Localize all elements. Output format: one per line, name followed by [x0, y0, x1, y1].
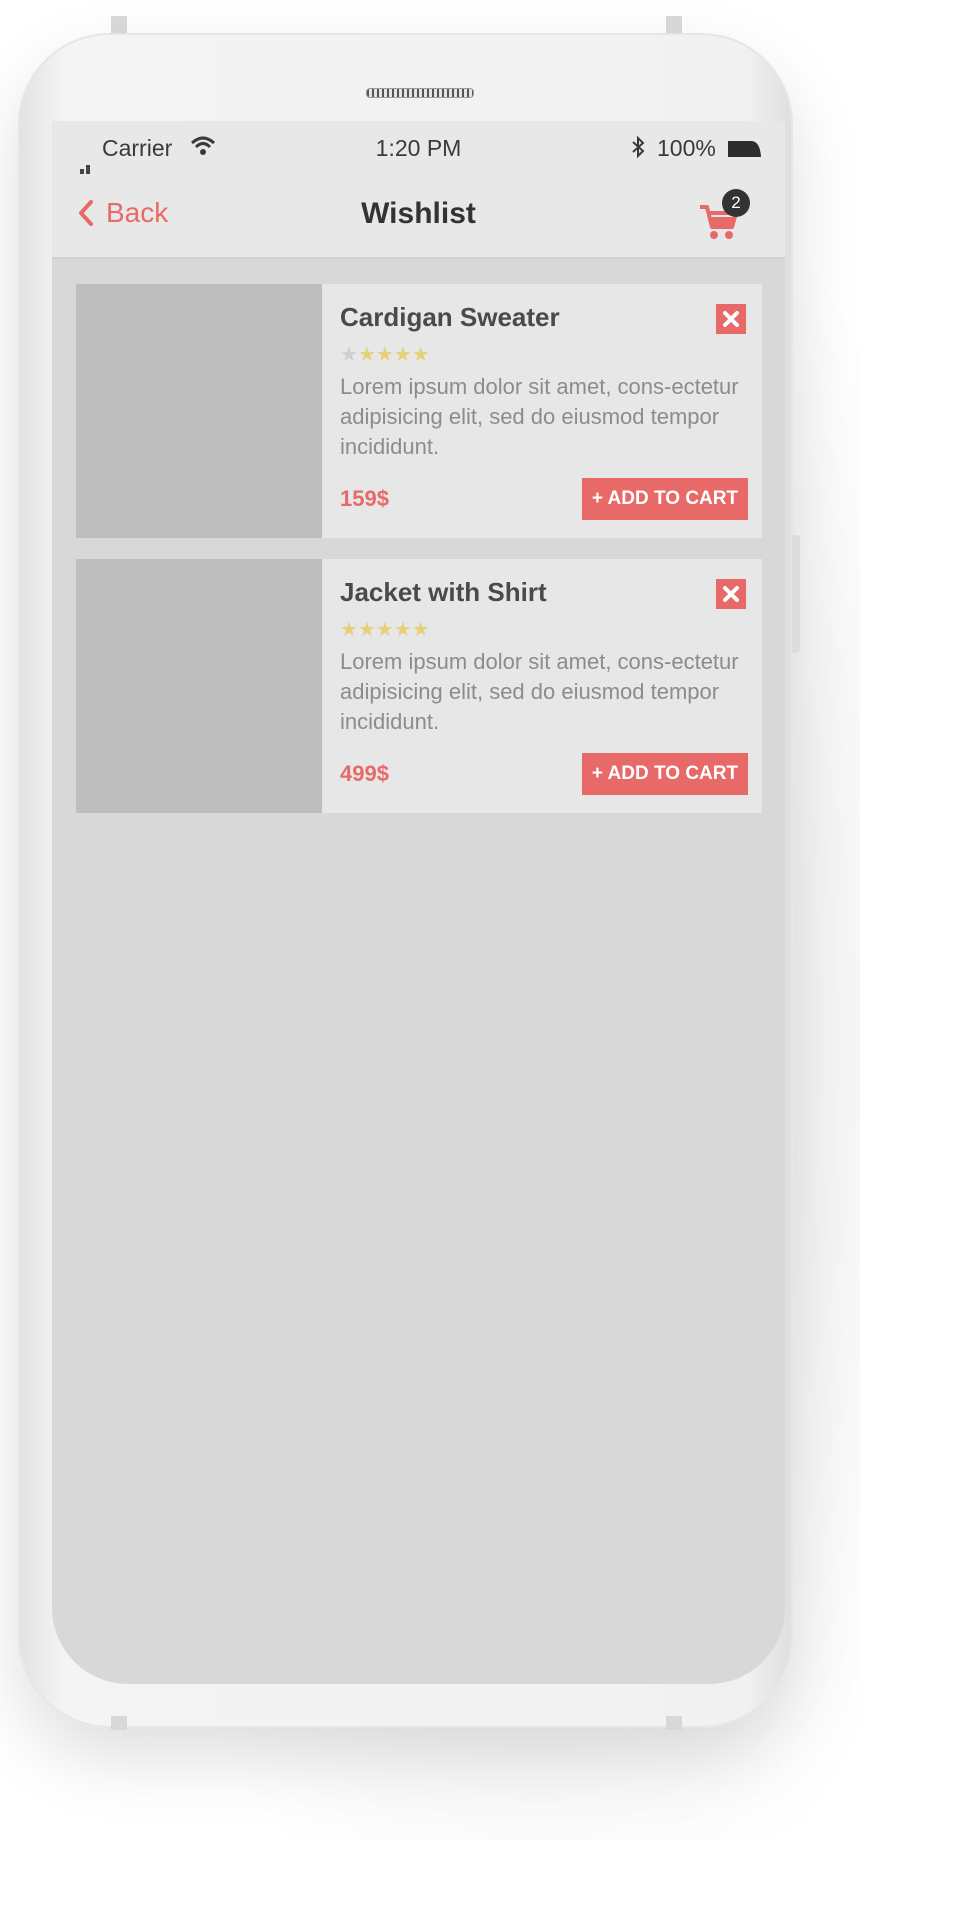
product-description: Lorem ipsum dolor sit amet, cons-ectetur…	[340, 649, 739, 734]
star-rating: ★★★★★	[340, 617, 430, 642]
star-filled-icon: ★	[375, 344, 394, 366]
add-to-cart-button[interactable]: + ADD TO CART	[582, 753, 748, 795]
phone-frame: Carrier 1:20 PM 100% Back Wishlist 2 Car…	[18, 33, 793, 1728]
wishlist-item: Cardigan Sweater ★★★★★ Lorem ipsum dolor…	[76, 284, 762, 538]
add-to-cart-button[interactable]: + ADD TO CART	[582, 478, 748, 520]
product-image	[76, 559, 322, 813]
battery-icon	[728, 141, 761, 157]
star-filled-icon: ★	[393, 344, 412, 366]
product-image	[76, 284, 322, 538]
star-filled-icon: ★	[357, 344, 376, 366]
remove-button[interactable]	[716, 304, 746, 334]
page-title: Wishlist	[361, 197, 476, 230]
bluetooth-icon	[632, 135, 645, 159]
product-description: Lorem ipsum dolor sit amet, cons-ectetur…	[340, 374, 739, 459]
star-filled-icon: ★	[340, 619, 358, 641]
product-price: 159$	[340, 486, 389, 511]
star-filled-icon: ★	[375, 619, 394, 641]
cart-count-badge: 2	[722, 189, 750, 217]
product-name: Cardigan Sweater	[340, 302, 560, 332]
star-filled-icon: ★	[411, 344, 430, 366]
header-area: Carrier 1:20 PM 100% Back Wishlist 2	[52, 121, 785, 259]
navigation-bar: Back Wishlist 2	[52, 171, 785, 255]
app-screen: Carrier 1:20 PM 100% Back Wishlist 2 Car…	[52, 121, 785, 1684]
side-button	[792, 535, 800, 653]
close-icon	[723, 586, 739, 602]
device-rail	[111, 1716, 127, 1730]
product-price: 499$	[340, 761, 389, 786]
device-rail	[666, 1716, 682, 1730]
star-rating: ★★★★★	[340, 342, 430, 367]
product-name: Jacket with Shirt	[340, 577, 547, 607]
wishlist-item: Jacket with Shirt ★★★★★ Lorem ipsum dolo…	[76, 559, 762, 813]
remove-button[interactable]	[716, 579, 746, 609]
status-bar: Carrier 1:20 PM 100%	[52, 121, 785, 174]
star-empty-icon: ★	[340, 344, 358, 366]
star-filled-icon: ★	[393, 619, 412, 641]
speaker-grille	[366, 88, 474, 98]
star-filled-icon: ★	[357, 619, 376, 641]
battery-percent: 100%	[657, 135, 716, 161]
close-icon	[723, 311, 739, 327]
star-filled-icon: ★	[411, 619, 430, 641]
